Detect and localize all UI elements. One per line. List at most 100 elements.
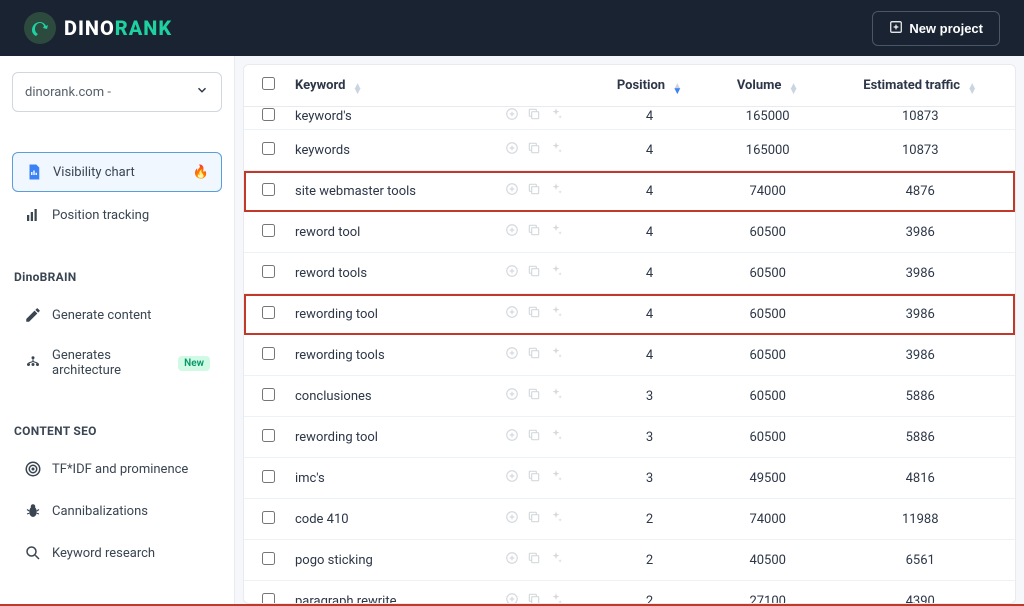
add-icon[interactable]: [505, 592, 519, 604]
add-icon[interactable]: [505, 428, 519, 446]
row-checkbox[interactable]: [262, 306, 275, 319]
new-project-button[interactable]: New project: [872, 11, 1000, 46]
copy-icon[interactable]: [527, 141, 541, 159]
sparkle-icon[interactable]: [549, 510, 563, 528]
row-checkbox[interactable]: [262, 593, 275, 605]
table-row: reword tools 4 60500 3986: [244, 253, 1015, 294]
sparkle-icon[interactable]: [549, 387, 563, 405]
traffic-cell: 5886: [825, 417, 1015, 458]
sparkle-icon[interactable]: [549, 346, 563, 364]
table-row: rewording tool 4 60500 3986: [244, 294, 1015, 335]
copy-icon[interactable]: [527, 551, 541, 569]
add-icon[interactable]: [505, 387, 519, 405]
add-icon[interactable]: [505, 551, 519, 569]
copy-icon[interactable]: [527, 387, 541, 405]
select-all-checkbox[interactable]: [262, 77, 275, 90]
add-icon[interactable]: [505, 305, 519, 323]
add-icon[interactable]: [505, 469, 519, 487]
magnify-icon: [24, 544, 42, 562]
new-badge: New: [178, 356, 210, 371]
copy-icon[interactable]: [527, 264, 541, 282]
nav-label: Position tracking: [52, 208, 149, 223]
copy-icon[interactable]: [527, 469, 541, 487]
keyword-text: rewording tool: [295, 307, 378, 322]
sparkle-icon[interactable]: [549, 428, 563, 446]
copy-icon[interactable]: [527, 510, 541, 528]
row-checkbox[interactable]: [262, 388, 275, 401]
position-cell: 4: [589, 171, 710, 212]
sparkle-icon[interactable]: [549, 469, 563, 487]
copy-icon[interactable]: [527, 182, 541, 200]
keyword-text: paragraph rewrite: [295, 594, 396, 605]
add-icon[interactable]: [505, 107, 519, 125]
row-checkbox[interactable]: [262, 142, 275, 155]
position-cell: 4: [589, 130, 710, 171]
row-checkbox[interactable]: [262, 224, 275, 237]
keyword-text: rewording tools: [295, 348, 385, 363]
row-checkbox[interactable]: [262, 347, 275, 360]
row-actions: [505, 107, 563, 125]
sparkle-icon[interactable]: [549, 223, 563, 241]
position-cell: 4: [589, 107, 710, 130]
copy-icon[interactable]: [527, 592, 541, 604]
keyword-text: conclusiones: [295, 389, 372, 404]
traffic-cell: 5886: [825, 376, 1015, 417]
sidebar-item-position-tracking[interactable]: Position tracking: [12, 196, 222, 234]
section-label: CONTENT SEO: [12, 424, 222, 438]
copy-icon[interactable]: [527, 107, 541, 125]
table-row: rewording tool 3 60500 5886: [244, 417, 1015, 458]
table-row: pogo sticking 2 40500 6561: [244, 540, 1015, 581]
row-checkbox[interactable]: [262, 108, 275, 121]
sidebar: dinorank.com - Visibility chart🔥 Position…: [0, 56, 235, 604]
row-checkbox[interactable]: [262, 429, 275, 442]
traffic-cell: 10873: [825, 130, 1015, 171]
sidebar-item-tf-idf-and-prominence[interactable]: TF*IDF and prominence: [12, 450, 222, 488]
row-checkbox[interactable]: [262, 183, 275, 196]
sidebar-item-generates-architecture[interactable]: Generates architectureNew: [12, 338, 222, 388]
logo[interactable]: DINORANK: [24, 12, 172, 44]
add-icon[interactable]: [505, 182, 519, 200]
copy-icon[interactable]: [527, 346, 541, 364]
copy-icon[interactable]: [527, 428, 541, 446]
sparkle-icon[interactable]: [549, 592, 563, 604]
col-position[interactable]: Position ▲▼: [589, 65, 710, 107]
volume-cell: 60500: [710, 253, 826, 294]
traffic-cell: 4876: [825, 171, 1015, 212]
add-icon[interactable]: [505, 346, 519, 364]
col-keyword[interactable]: Keyword ▲▼: [285, 65, 589, 107]
sparkle-icon[interactable]: [549, 107, 563, 125]
row-actions: [505, 264, 563, 282]
sort-icon: ▲▼: [967, 84, 977, 94]
sidebar-item-keyword-research[interactable]: Keyword research: [12, 534, 222, 572]
sparkle-icon[interactable]: [549, 264, 563, 282]
copy-icon[interactable]: [527, 223, 541, 241]
sidebar-item-visibility-chart[interactable]: Visibility chart🔥: [12, 152, 222, 192]
sidebar-item-cannibalizations[interactable]: Cannibalizations: [12, 492, 222, 530]
sparkle-icon[interactable]: [549, 141, 563, 159]
sidebar-item-generate-content[interactable]: Generate content: [12, 296, 222, 334]
sparkle-icon[interactable]: [549, 182, 563, 200]
add-icon[interactable]: [505, 264, 519, 282]
row-checkbox[interactable]: [262, 511, 275, 524]
sparkle-icon[interactable]: [549, 305, 563, 323]
traffic-cell: 4390: [825, 581, 1015, 605]
position-cell: 3: [589, 376, 710, 417]
add-icon[interactable]: [505, 223, 519, 241]
keyword-text: site webmaster tools: [295, 184, 416, 199]
domain-selector[interactable]: dinorank.com -: [12, 72, 222, 112]
volume-cell: 27100: [710, 581, 826, 605]
position-cell: 4: [589, 212, 710, 253]
copy-icon[interactable]: [527, 305, 541, 323]
row-checkbox[interactable]: [262, 265, 275, 278]
row-actions: [505, 346, 563, 364]
col-volume[interactable]: Volume ▲▼: [710, 65, 826, 107]
row-checkbox[interactable]: [262, 470, 275, 483]
sparkle-icon[interactable]: [549, 551, 563, 569]
row-checkbox[interactable]: [262, 552, 275, 565]
add-icon[interactable]: [505, 510, 519, 528]
pencil-icon: [24, 306, 42, 324]
position-cell: 3: [589, 417, 710, 458]
add-icon[interactable]: [505, 141, 519, 159]
col-traffic[interactable]: Estimated traffic ▲▼: [825, 65, 1015, 107]
keyword-text: rewording tool: [295, 430, 378, 445]
